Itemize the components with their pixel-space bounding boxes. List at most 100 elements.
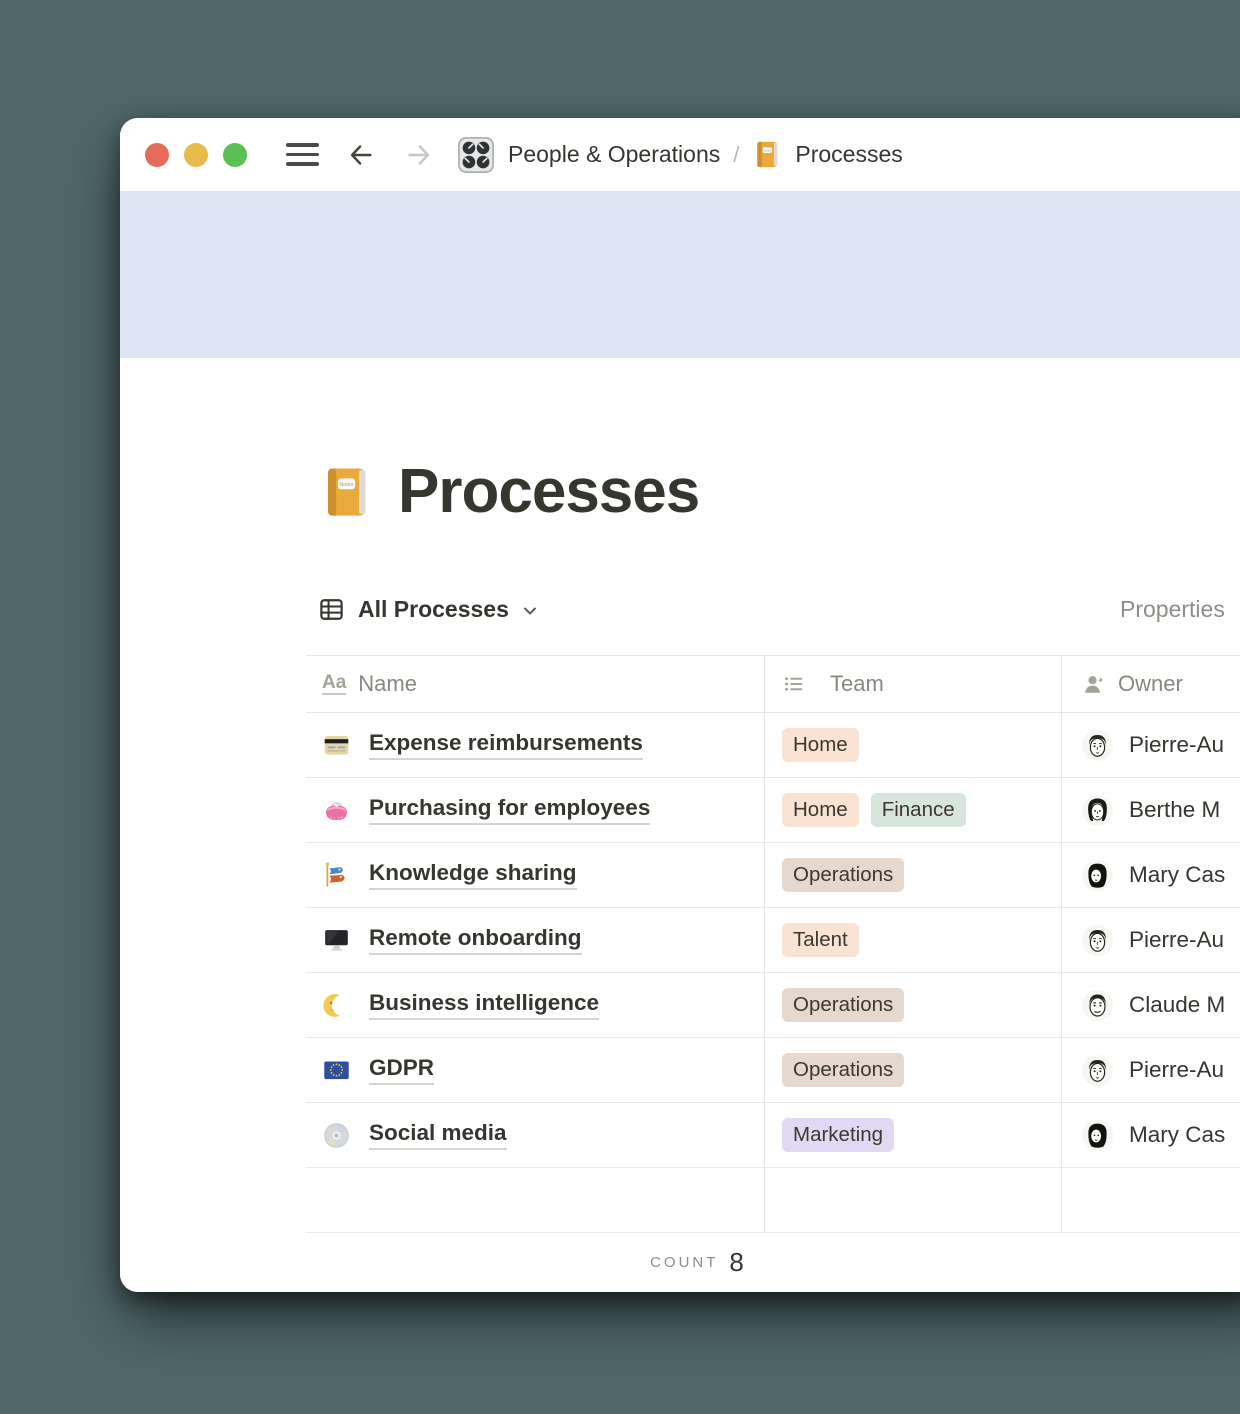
name-cell[interactable]: Knowledge sharing xyxy=(306,843,765,907)
close-window-button[interactable] xyxy=(145,143,169,167)
owner-cell[interactable]: Pierre-Au xyxy=(1062,1038,1240,1102)
column-label: Team xyxy=(830,671,884,697)
optical-disc-icon xyxy=(322,1121,351,1150)
bulleted-list-icon xyxy=(782,672,806,696)
table-row[interactable]: Expense reimbursements Home Pierre-Au xyxy=(306,713,1240,778)
column-header-owner[interactable]: Owner xyxy=(1062,656,1240,712)
properties-button[interactable]: Properties xyxy=(1120,596,1225,623)
owner-cell[interactable]: Berthe M xyxy=(1062,778,1240,842)
owner-cell[interactable]: Mary Cas xyxy=(1062,1103,1240,1167)
back-arrow-icon[interactable] xyxy=(345,139,377,171)
team-cell[interactable]: Home xyxy=(765,713,1062,777)
column-label: Name xyxy=(358,671,417,697)
team-tag: Home xyxy=(782,728,859,763)
breadcrumb-current[interactable]: Processes xyxy=(752,139,902,170)
table-row[interactable]: Purchasing for employees Home Finance Be… xyxy=(306,778,1240,843)
owner-avatar xyxy=(1082,990,1113,1021)
table-row[interactable]: GDPR Operations Pierre-Au xyxy=(306,1038,1240,1103)
team-tag: Talent xyxy=(782,923,859,958)
page-cover xyxy=(120,191,1240,358)
owner-cell[interactable]: Mary Cas xyxy=(1062,843,1240,907)
owner-avatar xyxy=(1082,860,1113,891)
team-cell[interactable]: Operations xyxy=(765,973,1062,1037)
owner-name: Pierre-Au xyxy=(1129,927,1224,953)
name-cell[interactable]: Business intelligence xyxy=(306,973,765,1037)
team-tag: Finance xyxy=(871,793,966,828)
minimize-window-button[interactable] xyxy=(184,143,208,167)
chevron-down-icon[interactable] xyxy=(520,601,540,621)
menu-icon[interactable] xyxy=(286,143,319,165)
breadcrumb-separator: / xyxy=(733,142,739,168)
team-cell[interactable]: Home Finance xyxy=(765,778,1062,842)
process-name-link[interactable]: Purchasing for employees xyxy=(369,795,650,825)
team-cell[interactable]: Marketing xyxy=(765,1103,1062,1167)
name-cell[interactable]: Expense reimbursements xyxy=(306,713,765,777)
coin-purse-icon xyxy=(322,796,351,825)
table-header-row: Aa Name Team Owner xyxy=(306,655,1240,713)
name-cell[interactable]: Purchasing for employees xyxy=(306,778,765,842)
owner-cell[interactable]: Pierre-Au xyxy=(1062,713,1240,777)
text-type-icon: Aa xyxy=(322,673,346,695)
column-label: Owner xyxy=(1118,671,1183,697)
team-cell[interactable]: Operations xyxy=(765,843,1062,907)
owner-avatar xyxy=(1082,1055,1113,1086)
process-name-link[interactable]: Remote onboarding xyxy=(369,925,582,955)
desktop-computer-icon xyxy=(322,926,351,955)
owner-name: Pierre-Au xyxy=(1129,732,1224,758)
process-name-link[interactable]: Knowledge sharing xyxy=(369,860,577,890)
team-cell[interactable]: Operations xyxy=(765,1038,1062,1102)
owner-cell[interactable]: Pierre-Au xyxy=(1062,908,1240,972)
name-cell[interactable]: Remote onboarding xyxy=(306,908,765,972)
owner-avatar xyxy=(1082,795,1113,826)
name-cell[interactable]: Social media xyxy=(306,1103,765,1167)
name-cell[interactable] xyxy=(306,1168,765,1232)
name-cell[interactable]: GDPR xyxy=(306,1038,765,1102)
carp-streamer-icon xyxy=(322,861,351,890)
table-row[interactable]: Knowledge sharing Operations Mary Cas xyxy=(306,843,1240,908)
forward-arrow-icon[interactable] xyxy=(403,139,435,171)
owner-avatar xyxy=(1082,730,1113,761)
breadcrumb-parent[interactable]: People & Operations xyxy=(508,141,720,168)
owner-name: Claude M xyxy=(1129,992,1225,1018)
person-icon xyxy=(1082,672,1106,696)
new-row-area[interactable] xyxy=(306,1168,1240,1233)
table-view-icon xyxy=(318,596,345,623)
team-tag: Marketing xyxy=(782,1118,894,1153)
crescent-moon-icon xyxy=(322,991,351,1020)
zoom-window-button[interactable] xyxy=(223,143,247,167)
owner-name: Mary Cas xyxy=(1129,862,1225,888)
view-selector[interactable]: All Processes xyxy=(358,596,509,623)
owner-avatar xyxy=(1082,1120,1113,1151)
owner-cell[interactable]: Claude M xyxy=(1062,973,1240,1037)
team-tag: Operations xyxy=(782,858,904,893)
page-title[interactable]: Processes xyxy=(398,458,699,526)
owner-name: Mary Cas xyxy=(1129,1122,1225,1148)
breadcrumb-current-label: Processes xyxy=(795,141,902,168)
count-value: 8 xyxy=(729,1247,743,1278)
owner-name: Berthe M xyxy=(1129,797,1220,823)
column-header-team[interactable]: Team xyxy=(765,656,1062,712)
ledger-book-icon xyxy=(752,139,783,170)
process-name-link[interactable]: GDPR xyxy=(369,1055,434,1085)
eu-flag-icon xyxy=(322,1056,351,1085)
process-name-link[interactable]: Business intelligence xyxy=(369,990,599,1020)
team-cell[interactable]: Talent xyxy=(765,908,1062,972)
team-tag: Home xyxy=(782,793,859,828)
database-table: Aa Name Team Owner Expense reimbursement… xyxy=(306,655,1240,1292)
owner-name: Pierre-Au xyxy=(1129,1057,1224,1083)
table-row[interactable]: Remote onboarding Talent Pierre-Au xyxy=(306,908,1240,973)
team-cell[interactable] xyxy=(765,1168,1062,1232)
team-tag: Operations xyxy=(782,988,904,1023)
page-icon-ledger-book[interactable] xyxy=(318,463,376,521)
page-content: Processes All Processes Properties Aa Na… xyxy=(120,358,1240,1292)
process-name-link[interactable]: Expense reimbursements xyxy=(369,730,643,760)
column-header-name[interactable]: Aa Name xyxy=(306,656,765,712)
count-label: COUNT xyxy=(650,1254,718,1271)
owner-cell[interactable] xyxy=(1062,1168,1240,1232)
team-tag: Operations xyxy=(782,1053,904,1088)
process-name-link[interactable]: Social media xyxy=(369,1120,507,1150)
table-row[interactable]: Business intelligence Operations Claude … xyxy=(306,973,1240,1038)
table-footer[interactable]: COUNT 8 xyxy=(306,1233,1088,1292)
credit-card-icon xyxy=(322,731,351,760)
table-row[interactable]: Social media Marketing Mary Cas xyxy=(306,1103,1240,1168)
